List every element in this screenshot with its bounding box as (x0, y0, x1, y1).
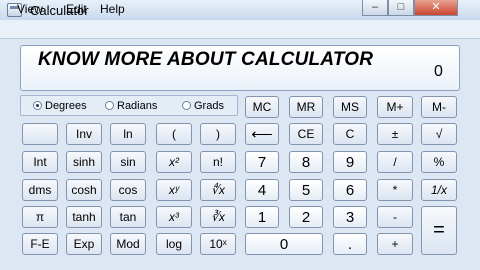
dms-button[interactable]: dms (22, 179, 58, 201)
menu-view[interactable]: View (17, 2, 43, 16)
degrees-radio[interactable]: Degrees (33, 100, 87, 112)
yroot-button[interactable]: ∜x (200, 179, 236, 201)
percent-button[interactable]: % (421, 151, 457, 173)
ms-button[interactable]: MS (333, 96, 367, 118)
ce-button[interactable]: CE (289, 123, 323, 145)
digit-1-button[interactable]: 1 (245, 206, 279, 228)
reciprocal-button[interactable]: 1/x (421, 179, 457, 201)
blank-button[interactable] (22, 123, 58, 145)
cube-button[interactable]: x³ (156, 206, 192, 228)
cuberoot-button[interactable]: ∛x (200, 206, 236, 228)
grads-label: Grads (194, 100, 224, 112)
minimize-button[interactable]: – (362, 0, 388, 16)
digit-3-button[interactable]: 3 (333, 206, 367, 228)
menu-edit[interactable]: Edit (66, 2, 87, 16)
sin-button[interactable]: sin (110, 151, 146, 173)
factorial-button[interactable]: n! (200, 151, 236, 173)
equals-button[interactable]: = (421, 206, 457, 255)
display-value: 0 (434, 63, 443, 80)
backspace-button[interactable]: ⟵ (245, 123, 279, 145)
plus-button[interactable]: + (377, 233, 413, 255)
sinh-button[interactable]: sinh (66, 151, 102, 173)
digit-9-button[interactable]: 9 (333, 151, 367, 173)
cos-button[interactable]: cos (110, 179, 146, 201)
degrees-label: Degrees (45, 100, 87, 112)
tan-button[interactable]: tan (110, 206, 146, 228)
minus-button[interactable]: - (377, 206, 413, 228)
menu-help[interactable]: Help (100, 2, 125, 16)
close-button[interactable]: ✕ (414, 0, 458, 16)
plus-minus-button[interactable]: ± (377, 123, 413, 145)
digit-8-button[interactable]: 8 (289, 151, 323, 173)
int-button[interactable]: Int (22, 151, 58, 173)
mminus-button[interactable]: M- (421, 96, 457, 118)
inv-button[interactable]: Inv (66, 123, 102, 145)
decimal-button[interactable]: . (333, 233, 367, 255)
fe-button[interactable]: F-E (22, 233, 58, 255)
divide-button[interactable]: / (377, 151, 413, 173)
exp-button[interactable]: Exp (66, 233, 102, 255)
power-button[interactable]: xʸ (156, 179, 192, 201)
close-paren-button[interactable]: ) (200, 123, 236, 145)
multiply-button[interactable]: * (377, 179, 413, 201)
mc-button[interactable]: MC (245, 96, 279, 118)
mplus-button[interactable]: M+ (377, 96, 413, 118)
ten-power-button[interactable]: 10ˣ (200, 233, 236, 255)
digit-7-button[interactable]: 7 (245, 151, 279, 173)
open-paren-button[interactable]: ( (156, 123, 192, 145)
tanh-button[interactable]: tanh (66, 206, 102, 228)
maximize-button[interactable]: □ (388, 0, 414, 16)
radians-label: Radians (117, 100, 158, 112)
square-button[interactable]: x² (156, 151, 192, 173)
ln-button[interactable]: ln (110, 123, 146, 145)
menu-bar (0, 20, 480, 39)
clear-button[interactable]: C (333, 123, 367, 145)
radio-empty-icon (182, 101, 191, 110)
sqrt-button[interactable]: √ (421, 123, 457, 145)
digit-6-button[interactable]: 6 (333, 179, 367, 201)
mod-button[interactable]: Mod (110, 233, 146, 255)
radio-empty-icon (105, 101, 114, 110)
mr-button[interactable]: MR (289, 96, 323, 118)
pi-button[interactable]: π (22, 206, 58, 228)
radio-selected-icon (33, 101, 42, 110)
cosh-button[interactable]: cosh (66, 179, 102, 201)
radians-radio[interactable]: Radians (105, 100, 157, 112)
log-button[interactable]: log (156, 233, 192, 255)
digit-4-button[interactable]: 4 (245, 179, 279, 201)
display-headline: KNOW MORE ABOUT CALCULATOR (38, 49, 374, 70)
digit-0-button[interactable]: 0 (245, 233, 323, 255)
digit-5-button[interactable]: 5 (289, 179, 323, 201)
grads-radio[interactable]: Grads (182, 100, 224, 112)
digit-2-button[interactable]: 2 (289, 206, 323, 228)
